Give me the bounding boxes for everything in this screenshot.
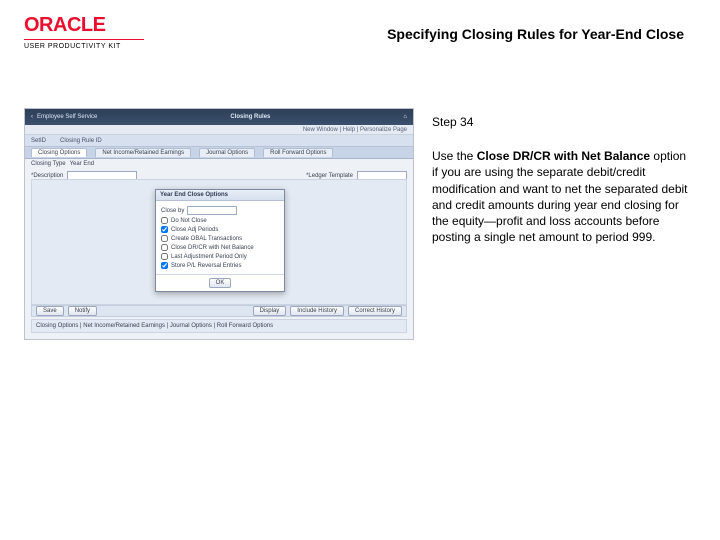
topbar-title: Closing Rules [97,114,403,120]
embedded-screenshot: ‹ Employee Self Service Closing Rules ⌂ … [24,108,414,340]
bottom-links: Closing Options | Net Income/Retained Ea… [31,319,407,333]
close-by-label: Close by [161,208,184,214]
page-title: Specifying Closing Rules for Year-End Cl… [300,26,684,42]
setid-label: SetID [31,138,46,144]
instruction-text: Use the Close DR/CR with Net Balance opt… [432,148,692,245]
year-end-options-dialog: Year End Close Options Close by Do Not C… [155,189,285,292]
save-button[interactable]: Save [36,306,64,316]
dialog-title: Year End Close Options [156,190,284,201]
opt-obal: Create OBAL Transactions [171,236,242,242]
oracle-logo: ORACLE [24,14,144,37]
closing-type-value: Year End [70,161,94,167]
app-topbar: ‹ Employee Self Service Closing Rules ⌂ [25,109,413,125]
home-icon[interactable]: ⌂ [403,114,407,120]
opt-close-drcr: Close DR/CR with Net Balance [171,245,254,251]
subbar-links[interactable]: New Window | Help | Personalize Page [303,127,407,133]
close-by-row: Close by [161,206,279,215]
checkbox-last-adj[interactable] [161,253,168,260]
logo-rule [24,39,144,40]
display-button[interactable]: Display [253,306,287,316]
tabstrip: Closing Options Net Income/Retained Earn… [25,147,413,159]
bottom-links-text[interactable]: Closing Options | Net Income/Retained Ea… [36,323,273,329]
opt-close-adj: Close Adj Periods [171,227,218,233]
ledger-template-label: *Ledger Template [306,173,353,179]
action-row: Save Notify Display Include History Corr… [31,305,407,317]
tab-net-income[interactable]: Net Income/Retained Earnings [95,148,191,157]
checkbox-obal[interactable] [161,235,168,242]
subbar: New Window | Help | Personalize Page [25,125,413,135]
back-icon[interactable]: ‹ [31,114,33,120]
opt-do-not-close: Do Not Close [171,218,207,224]
correct-history-button[interactable]: Correct History [348,306,402,316]
id-strip: SetID Closing Rule ID [25,135,413,147]
instruction-panel: Step 34 Use the Close DR/CR with Net Bal… [432,114,692,245]
instr-b: option if you are using the separate deb… [432,149,688,244]
checkbox-close-adj[interactable] [161,226,168,233]
dialog-ok-button[interactable]: OK [209,278,232,288]
dialog-body: Close by Do Not Close Close Adj Periods … [156,201,284,274]
closing-type-label: Closing Type [31,161,66,167]
form-row-1: Closing Type Year End [25,159,413,169]
close-by-select[interactable] [187,206,237,215]
upk-subtitle: USER PRODUCTIVITY KIT [24,43,144,50]
tab-journal-options[interactable]: Journal Options [199,148,255,157]
brand-block: ORACLE USER PRODUCTIVITY KIT [24,14,144,50]
opt-store-pl: Store P/L Reversal Entries [171,263,241,269]
instr-bold: Close DR/CR with Net Balance [477,149,650,163]
topbar-left[interactable]: Employee Self Service [37,114,97,120]
tab-roll-forward[interactable]: Roll Forward Options [263,148,333,157]
tab-closing-options[interactable]: Closing Options [31,148,87,157]
opt-last-adj: Last Adjustment Period Only [171,254,247,260]
step-label: Step 34 [432,114,692,130]
checkbox-do-not-close[interactable] [161,217,168,224]
description-label: *Description [31,173,63,179]
checkbox-close-drcr[interactable] [161,244,168,251]
dialog-footer: OK [156,274,284,291]
instr-a: Use the [432,149,477,163]
notify-button[interactable]: Notify [68,306,97,316]
include-history-button[interactable]: Include History [290,306,344,316]
closing-rule-id-label: Closing Rule ID [60,138,102,144]
checkbox-store-pl[interactable] [161,262,168,269]
